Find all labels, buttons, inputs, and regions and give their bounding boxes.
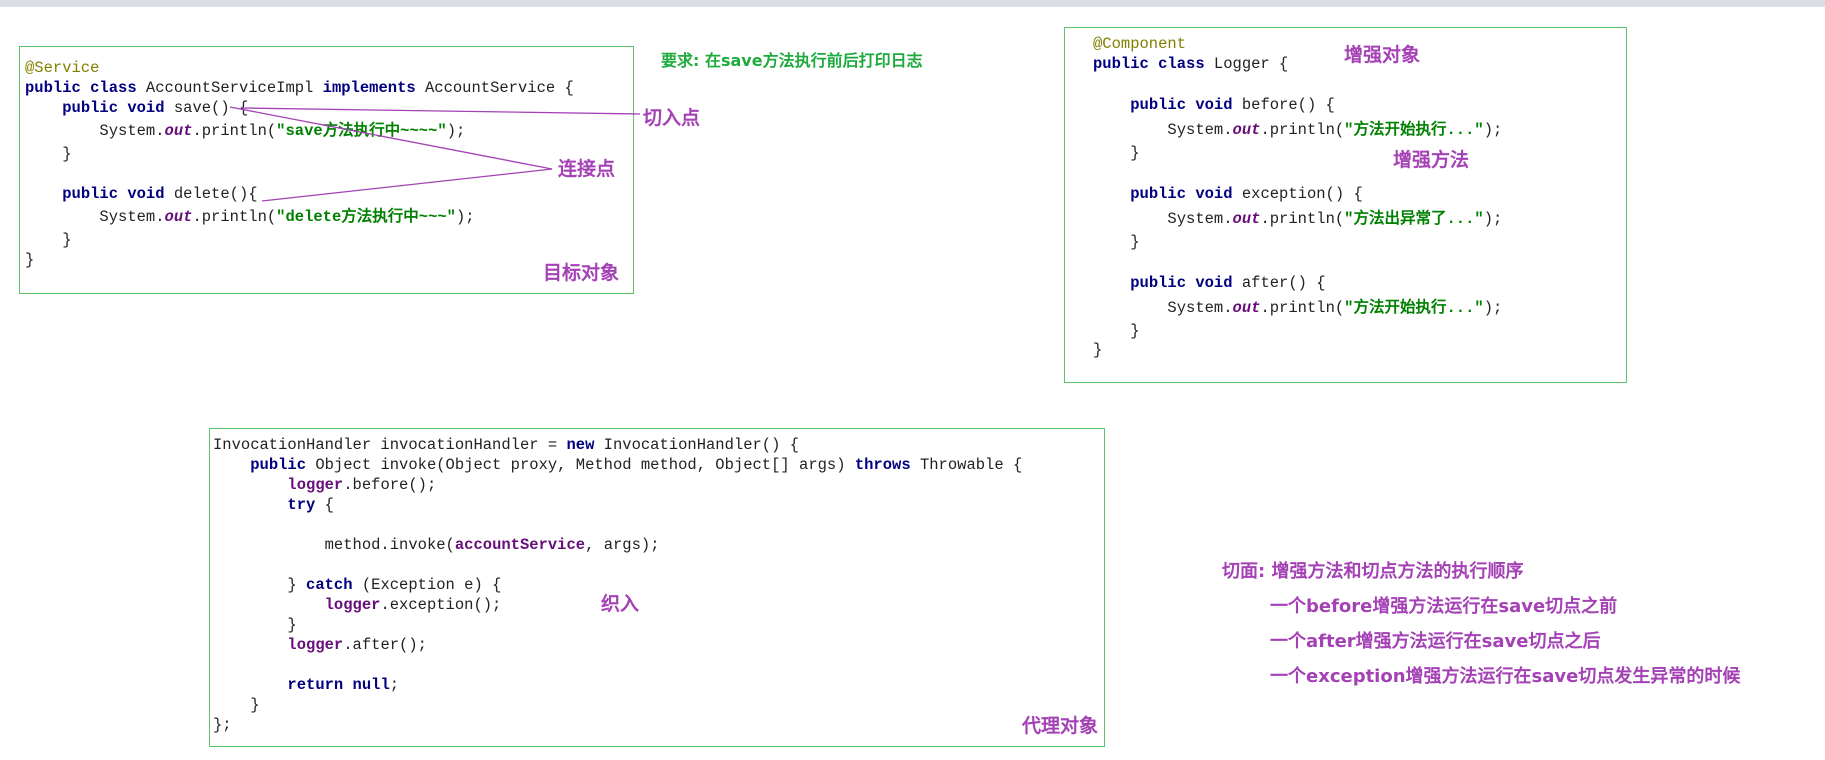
aspect-title: 切面: 增强方法和切点方法的执行顺序 — [1222, 561, 1524, 582]
code-text: ; — [389, 676, 400, 694]
code-keyword: public class — [1093, 54, 1205, 73]
code-text: } — [287, 576, 307, 594]
code-text: InvocationHandler invocationHandler = — [213, 436, 567, 454]
code-text: (Exception e) { — [352, 576, 502, 594]
code-string: "方法开始执行..." — [1344, 120, 1484, 139]
code-field: out — [1232, 298, 1261, 317]
code-text: .before(); — [343, 476, 437, 494]
code-text: System. — [1167, 298, 1233, 317]
proxy-object-label: 代理对象 — [1022, 715, 1099, 737]
code-text: method.invoke( — [324, 536, 455, 554]
code-text: } — [1130, 143, 1140, 162]
joinpoint-connector-delete — [261, 168, 553, 202]
code-text: } — [1130, 321, 1140, 340]
code-text: .println( — [1260, 298, 1345, 317]
pointcut-connector — [241, 107, 641, 115]
proxy-object-code: InvocationHandler invocationHandler = ne… — [213, 435, 1022, 735]
code-text: .println( — [1260, 209, 1345, 228]
before-method-signature: before() { — [1232, 95, 1335, 114]
code-text: } — [1093, 341, 1103, 359]
enhancement-object-label: 增强对象 — [1344, 44, 1421, 66]
code-keyword: public void — [1130, 184, 1233, 203]
code-text: .println( — [1260, 120, 1345, 139]
code-field: accountService — [454, 536, 586, 554]
code-field: out — [1232, 120, 1261, 139]
code-string: "方法出异常了..." — [1344, 209, 1484, 228]
code-text: , args); — [585, 536, 660, 554]
code-text: ); — [1483, 209, 1503, 228]
joinpoint-connector-save — [229, 106, 553, 170]
code-text: .exception(); — [380, 596, 502, 614]
code-string: "方法开始执行..." — [1344, 298, 1484, 317]
code-text: { — [315, 496, 334, 514]
code-keyword: return — [287, 676, 344, 694]
code-keyword: try — [287, 496, 316, 514]
code-text: } — [1130, 232, 1140, 251]
aspect-line-exception: 一个exception增强方法运行在save切点发生异常的时候 — [1270, 666, 1741, 687]
code-keyword: null — [352, 676, 390, 694]
code-field: out — [1232, 209, 1261, 228]
invoke-method-signature: Object invoke(Object proxy, Method metho… — [306, 456, 855, 474]
code-text: InvocationHandler() { — [594, 436, 800, 454]
code-keyword: new — [566, 436, 595, 454]
enhancement-method-label: 增强方法 — [1393, 149, 1470, 171]
aspect-line-before: 一个before增强方法运行在save切点之前 — [1270, 596, 1618, 617]
code-text: } — [250, 696, 260, 714]
code-text: ); — [1483, 120, 1503, 139]
code-keyword: catch — [306, 576, 353, 594]
code-field: logger — [287, 476, 344, 494]
code-text: } — [287, 616, 297, 634]
code-text: Logger { — [1204, 54, 1289, 73]
aspect-line-after: 一个after增强方法运行在save切点之后 — [1270, 631, 1601, 652]
code-keyword: public void — [1130, 273, 1233, 292]
weaving-label: 织入 — [601, 593, 640, 615]
code-text: }; — [213, 716, 232, 734]
code-keyword: throws — [854, 456, 911, 474]
component-annotation: @Component — [1093, 35, 1187, 53]
logger-code: @Component public class Logger { public … — [1093, 35, 1502, 361]
code-text: ); — [1483, 298, 1503, 317]
code-keyword: public void — [1130, 95, 1233, 114]
code-field: logger — [324, 596, 381, 614]
code-text: System. — [1167, 209, 1233, 228]
code-text: Throwable { — [910, 456, 1023, 474]
code-text: .after(); — [343, 636, 427, 654]
code-field: logger — [287, 636, 344, 654]
exception-method-signature: exception() { — [1232, 184, 1363, 203]
after-method-signature: after() { — [1232, 273, 1326, 292]
code-text: System. — [1167, 120, 1233, 139]
code-keyword: public — [250, 456, 307, 474]
